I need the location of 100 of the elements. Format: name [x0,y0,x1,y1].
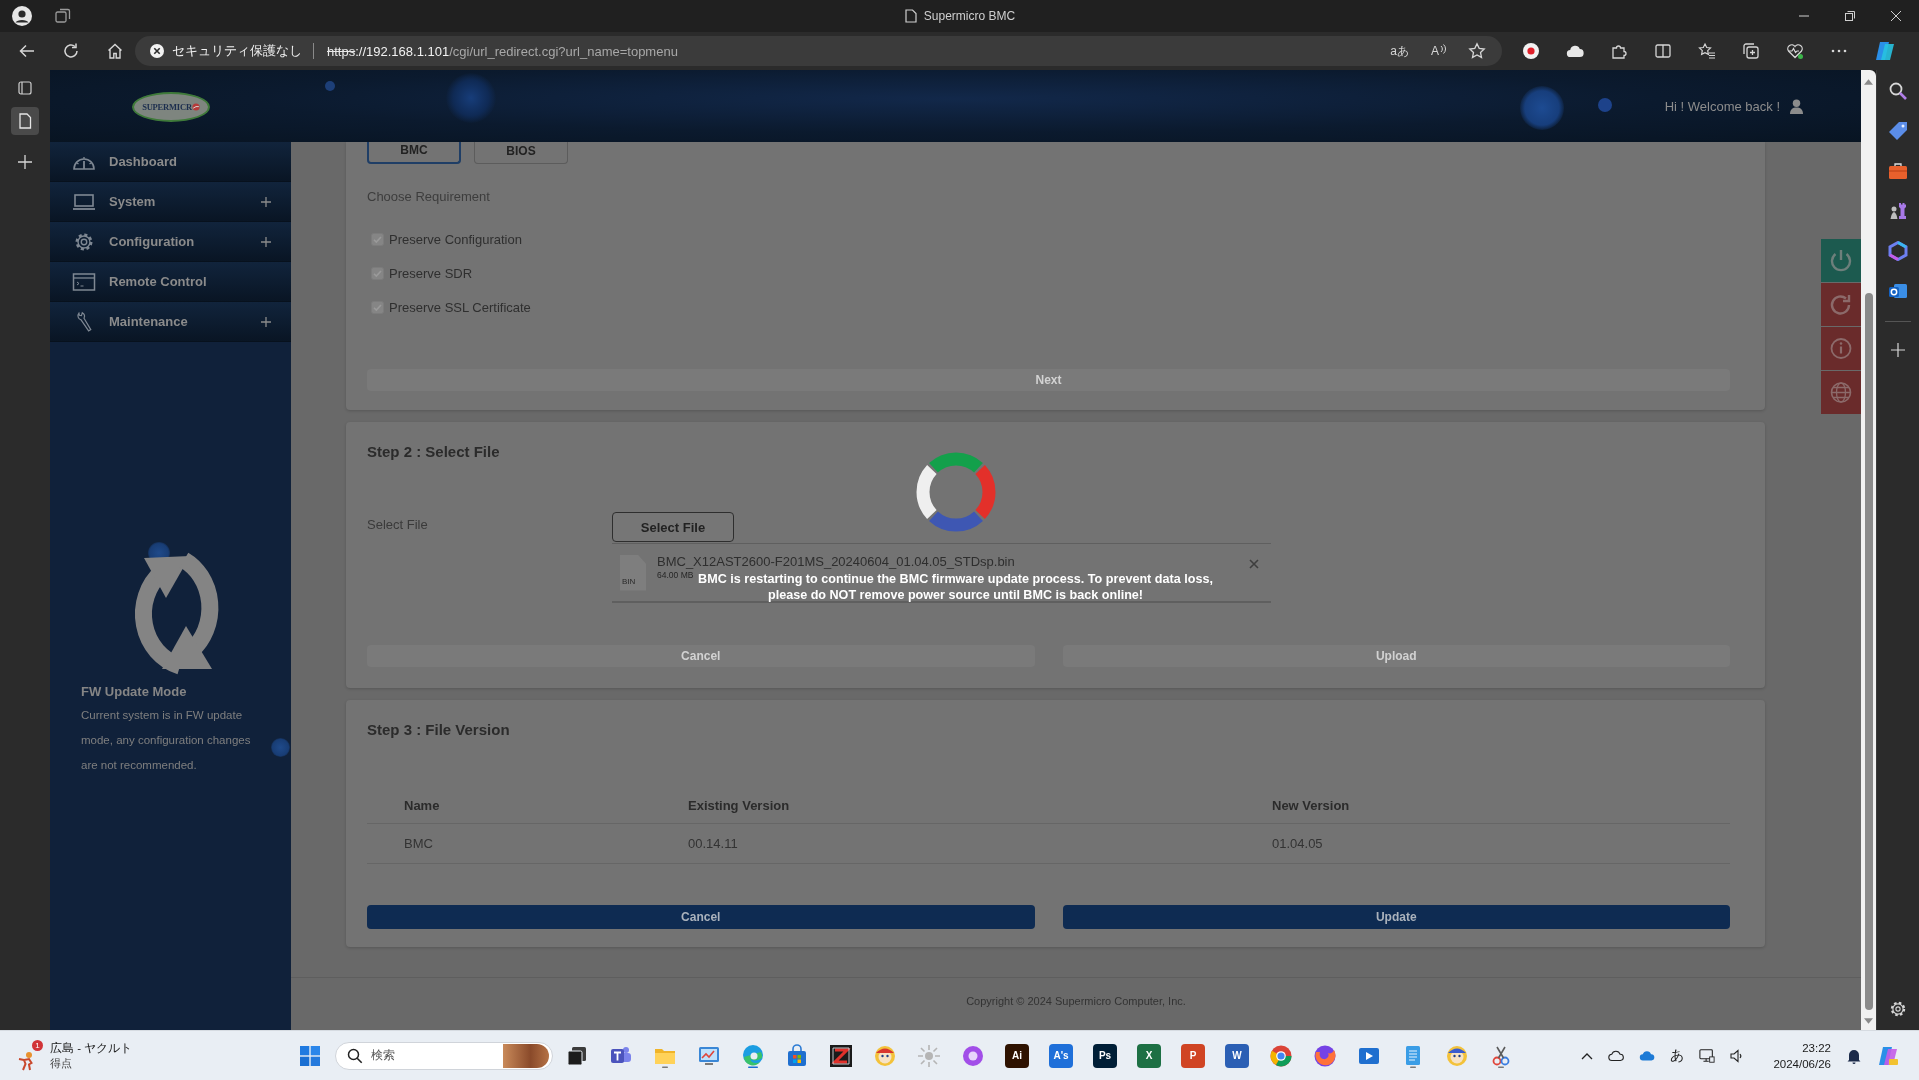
checkbox-label: Preserve SSL Certificate [389,299,531,315]
scroll-up-icon[interactable] [1864,79,1873,85]
expand-plus-icon [261,196,271,207]
restore-icon[interactable] [1845,11,1855,21]
table-cell-text: 01.04.05 [1271,836,1324,851]
checkbox-label: Preserve Configuration [389,231,522,247]
home-icon[interactable] [106,42,124,60]
add-icon[interactable] [1890,342,1906,358]
chess-pieces-icon[interactable] [1888,201,1908,221]
toolbox-icon[interactable] [1888,161,1908,181]
notice-title: FW Update Mode [81,684,187,700]
search-icon[interactable] [1888,81,1908,101]
table-cell-text: 00.14.11 [687,836,739,851]
address-url[interactable]: https://192.168.1.101/cgi/url_redirect.cgi?url_name=topmenu [327,43,678,59]
sparkle-tile-icon[interactable] [1877,1044,1899,1067]
scrollbar-thumb[interactable] [1864,293,1873,1010]
file-size: 64.00 MB [657,570,694,580]
step-title: Step 3 : File Version [367,721,510,739]
expand-plus-icon [261,316,271,327]
search-icon [347,1047,363,1064]
record-icon[interactable] [1522,42,1540,60]
news-subtitle: 得点 [50,1055,72,1071]
logo-text: SUPERMICR [142,102,192,112]
tab-actions-icon[interactable] [55,8,71,24]
taskbar-app-button[interactable]: X [1137,1043,1161,1068]
column-header: Existing Version [687,797,791,813]
taskbar-app-button[interactable]: P [1181,1043,1205,1068]
address-bar[interactable]: セキュリティ保護なし https://192.168.1.101/cgi/url_redirect.cgi?url_name=topmenu aあ A [135,36,1502,66]
restart-warning-message: BMC is restarting to continue the BMC firmware update process. To prevent data loss, please do NOT remove power source until BMC is back online! [698,571,1213,603]
zigzag-tile-icon[interactable] [829,1043,853,1068]
page-icon [903,9,918,23]
sparkle-tile-icon[interactable] [1874,40,1896,62]
read-aloud-button[interactable]: A [1431,44,1446,58]
browser-ball-icon[interactable] [1269,1043,1293,1068]
new-tab-icon[interactable] [18,155,32,169]
clock-time[interactable]: 23:22 [1802,1039,1831,1056]
browser-swirl-icon[interactable] [741,1043,765,1068]
terminal-window-icon [72,270,96,293]
security-warning-chip[interactable]: セキュリティ保護なし [150,42,302,60]
loading-spinner-icon [915,452,996,532]
monitor-network-icon[interactable] [1699,1047,1716,1064]
settings-icon[interactable] [1889,1000,1907,1018]
file-name: BMC_X12AST2600-F201MS_20240604_01.04.05_STDsp.bin [657,555,1015,569]
news-headline[interactable]: 広島 - ヤクルト [50,1040,133,1056]
select-file-button[interactable]: Select File [612,512,734,542]
star-icon[interactable] [1468,42,1486,60]
logo-ball-icon [191,103,200,111]
glow-circle [1520,86,1564,130]
sound-waves-icon [1440,44,1446,54]
active-tab-page-icon[interactable] [11,107,39,135]
field-label: Select File [367,516,428,532]
clock-date[interactable]: 2024/06/26 [1773,1055,1831,1072]
glow-circle [1598,98,1612,112]
cancel-button[interactable]: Cancel [367,905,1035,929]
mascot-icon[interactable] [1445,1043,1469,1068]
error-circle-icon [150,44,164,58]
tab[interactable]: BIOS [474,142,568,164]
document-icon: BIN [620,554,646,591]
notice-text: Current system is in FW update mode, any configuration changes are not recommended. [81,708,252,773]
translate-button[interactable]: aあ [1390,42,1409,60]
checkbox-label: Preserve SDR [389,265,473,281]
expand-plus-icon [261,236,271,247]
extensions-icon[interactable] [1610,42,1628,60]
ring-dot-icon[interactable] [961,1043,985,1068]
sparkle-ring-icon[interactable] [1888,241,1908,261]
taskbar-app-button[interactable]: Ai [1005,1043,1029,1068]
tag-icon[interactable] [1888,121,1908,141]
shopping-bag-icon[interactable] [785,1043,809,1068]
step-title: Step 2 : Select File [367,443,500,461]
taskbar-app-button[interactable]: A's [1049,1043,1073,1068]
fox-globe-icon[interactable] [1313,1043,1337,1068]
column-header: New Version [1271,797,1351,813]
tab[interactable]: BMC [367,142,461,164]
glow-circle [271,738,290,757]
start-menu-icon[interactable] [300,1045,320,1066]
taskbar-search-field[interactable]: 検索 [335,1041,553,1070]
taskbar-app-button[interactable]: Ps [1093,1043,1117,1068]
favorites-icon[interactable] [1698,42,1716,60]
photo-placeholder [503,1043,549,1068]
taskbar-app-button[interactable]: W [1225,1043,1249,1068]
refresh-icon[interactable] [62,42,80,60]
notification-badge: 1 [32,1039,43,1051]
window-title: Supermicro BMC [923,9,1016,23]
welcome-greeting: Hi ! Welcome back ! [1664,98,1780,114]
bell-icon[interactable] [1846,1047,1862,1064]
split-screen-icon[interactable] [1654,42,1672,60]
update-button[interactable]: Update [1062,905,1730,929]
scroll-down-icon[interactable] [1864,1018,1873,1024]
mail-app-icon[interactable] [1888,281,1908,301]
profile-avatar-icon[interactable] [12,6,32,26]
glow-circle [325,81,335,91]
input-mode-indicator[interactable]: あ [1670,1046,1685,1065]
back-icon[interactable] [18,42,36,60]
mascot-icon[interactable] [873,1043,897,1068]
user-icon[interactable] [1790,98,1803,114]
collections-icon[interactable] [1742,42,1760,60]
tab-list-icon[interactable] [18,81,32,95]
table-cell-text: BMC [403,836,434,851]
chevron-up-icon[interactable] [1581,1051,1594,1060]
heart-pulse-icon[interactable] [1786,42,1804,60]
